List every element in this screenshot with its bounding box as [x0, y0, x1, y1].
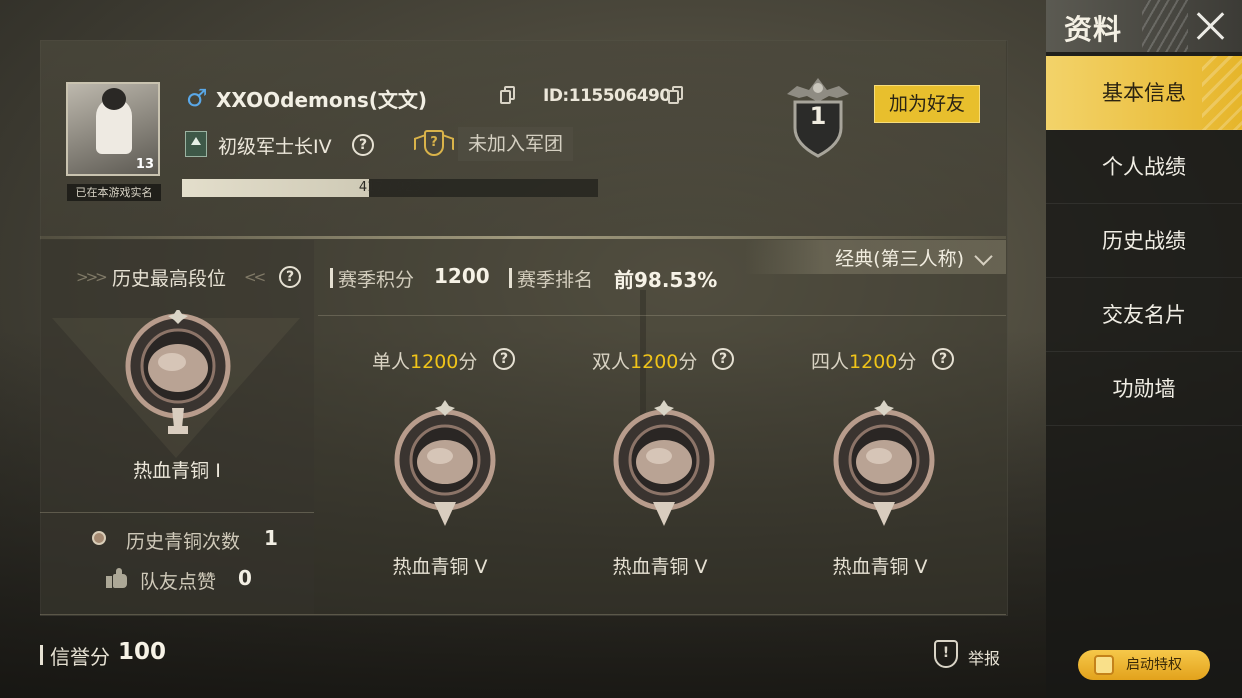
bottom-divider	[40, 614, 1006, 615]
season-score-marker	[330, 268, 333, 288]
report-button[interactable]: 举报	[968, 645, 1000, 669]
realname-badge: 已在本游戏实名	[67, 184, 161, 201]
solo-medal-icon	[394, 400, 496, 526]
sidebar-item-honor-wall[interactable]: 功勋墙	[1046, 352, 1242, 426]
arrow-decoration-left: >>>	[76, 268, 108, 286]
vip-icon	[1094, 655, 1114, 675]
season-rank-label: 赛季排名	[517, 269, 594, 291]
add-friend-button[interactable]: 加为好友	[874, 85, 980, 123]
duo-mode-points: 1200	[630, 351, 679, 373]
solo-tier-name: 热血青铜 V	[392, 556, 488, 578]
sidebar-item-basic-info[interactable]: 基本信息	[1046, 56, 1242, 130]
duo-mode-name: 双人	[592, 351, 631, 373]
sidebar-item-label: 个人战绩	[1102, 155, 1186, 179]
header-divider	[40, 236, 1006, 239]
tier-number: 1	[809, 102, 827, 130]
player-name: XXOOdemons(文文)	[216, 88, 428, 112]
sidebar-item-label: 基本信息	[1102, 81, 1186, 105]
sidebar-item-personal-stats[interactable]: 个人战绩	[1046, 130, 1242, 204]
squad-mode-name: 四人	[811, 351, 850, 373]
clan-badge-icon: ?	[414, 128, 454, 160]
sidebar-item-label: 历史战绩	[1102, 229, 1186, 253]
arrow-decoration-right: <<	[244, 268, 266, 286]
mode-dropdown[interactable]: 经典(第三人称)	[745, 240, 1006, 274]
duo-help-icon[interactable]: ?	[712, 348, 734, 370]
avatar-head	[102, 88, 126, 110]
xp-text: 417 / 925	[182, 179, 598, 197]
season-score-value: 1200	[434, 264, 490, 288]
season-rank-marker	[509, 268, 512, 288]
vip-label: 启动特权	[1126, 657, 1182, 673]
squad-mode-points: 1200	[849, 351, 898, 373]
history-tier-name: 热血青铜 I	[133, 460, 221, 482]
sidebar-item-history-stats[interactable]: 历史战绩	[1046, 204, 1242, 278]
rank-title: 初级军士长IV	[218, 136, 332, 158]
solo-mode-name: 单人	[372, 351, 411, 373]
solo-help-icon[interactable]: ?	[493, 348, 515, 370]
duo-tier-name: 热血青铜 V	[612, 556, 708, 578]
credit-score-label: 信誉分	[50, 645, 110, 669]
gender-male-icon: ♂	[186, 84, 208, 112]
thumbs-up-icon	[106, 568, 128, 588]
header-stripes	[1142, 0, 1188, 52]
season-score-label: 赛季积分	[338, 269, 415, 291]
solo-mode-unit: 分	[458, 351, 478, 373]
squad-mode-unit: 分	[897, 351, 917, 373]
close-icon[interactable]	[1190, 6, 1230, 46]
sidebar-item-friend-card[interactable]: 交友名片	[1046, 278, 1242, 352]
solo-mode-title: 单人1200分	[372, 347, 477, 374]
medal-icon	[125, 310, 231, 434]
avatar[interactable]: 13	[66, 82, 160, 176]
mode-dropdown-label: 经典(第三人称)	[835, 248, 964, 270]
tier-badge-icon: 1	[781, 72, 855, 160]
sidebar-title: 资料	[1064, 13, 1123, 46]
credit-score-value: 100	[118, 639, 167, 665]
history-highest-title: 历史最高段位	[112, 268, 227, 290]
left-divider	[40, 512, 314, 513]
credit-marker	[40, 645, 43, 665]
rank-emblem-icon	[185, 131, 207, 157]
duo-medal-icon	[613, 400, 715, 526]
copy-id-icon[interactable]	[668, 86, 684, 104]
solo-mode-points: 1200	[410, 351, 459, 373]
squad-medal-icon	[833, 400, 935, 526]
copy-name-icon[interactable]	[500, 86, 516, 104]
season-rank-value: 前98.53%	[614, 268, 718, 292]
duo-mode-unit: 分	[678, 351, 698, 373]
history-bronze-count-label: 历史青铜次数	[126, 531, 241, 553]
season-divider	[318, 315, 1006, 316]
duo-mode-title: 双人1200分	[592, 347, 697, 374]
clan-status[interactable]: 未加入军团	[458, 127, 574, 161]
squad-mode-title: 四人1200分	[811, 347, 916, 374]
pin-icon	[92, 531, 106, 545]
sidebar-item-label: 功勋墙	[1112, 377, 1176, 401]
player-level: 13	[135, 157, 154, 172]
chevron-down-icon	[974, 247, 993, 266]
sidebar-item-label: 交友名片	[1102, 303, 1186, 327]
xp-progress-bar: 417 / 925	[182, 179, 598, 197]
squad-help-icon[interactable]: ?	[932, 348, 954, 370]
shield-report-icon[interactable]: !	[933, 640, 959, 670]
xp-value: 417 / 925	[358, 180, 422, 195]
player-id: ID:1155064900	[543, 86, 683, 106]
help-icon[interactable]: ?	[352, 134, 374, 156]
history-bronze-count-value: 1	[264, 526, 278, 550]
history-help-icon[interactable]: ?	[279, 266, 301, 288]
squad-tier-name: 热血青铜 V	[832, 556, 928, 578]
teammate-likes-value: 0	[238, 566, 252, 590]
teammate-likes-label: 队友点赞	[140, 571, 217, 593]
